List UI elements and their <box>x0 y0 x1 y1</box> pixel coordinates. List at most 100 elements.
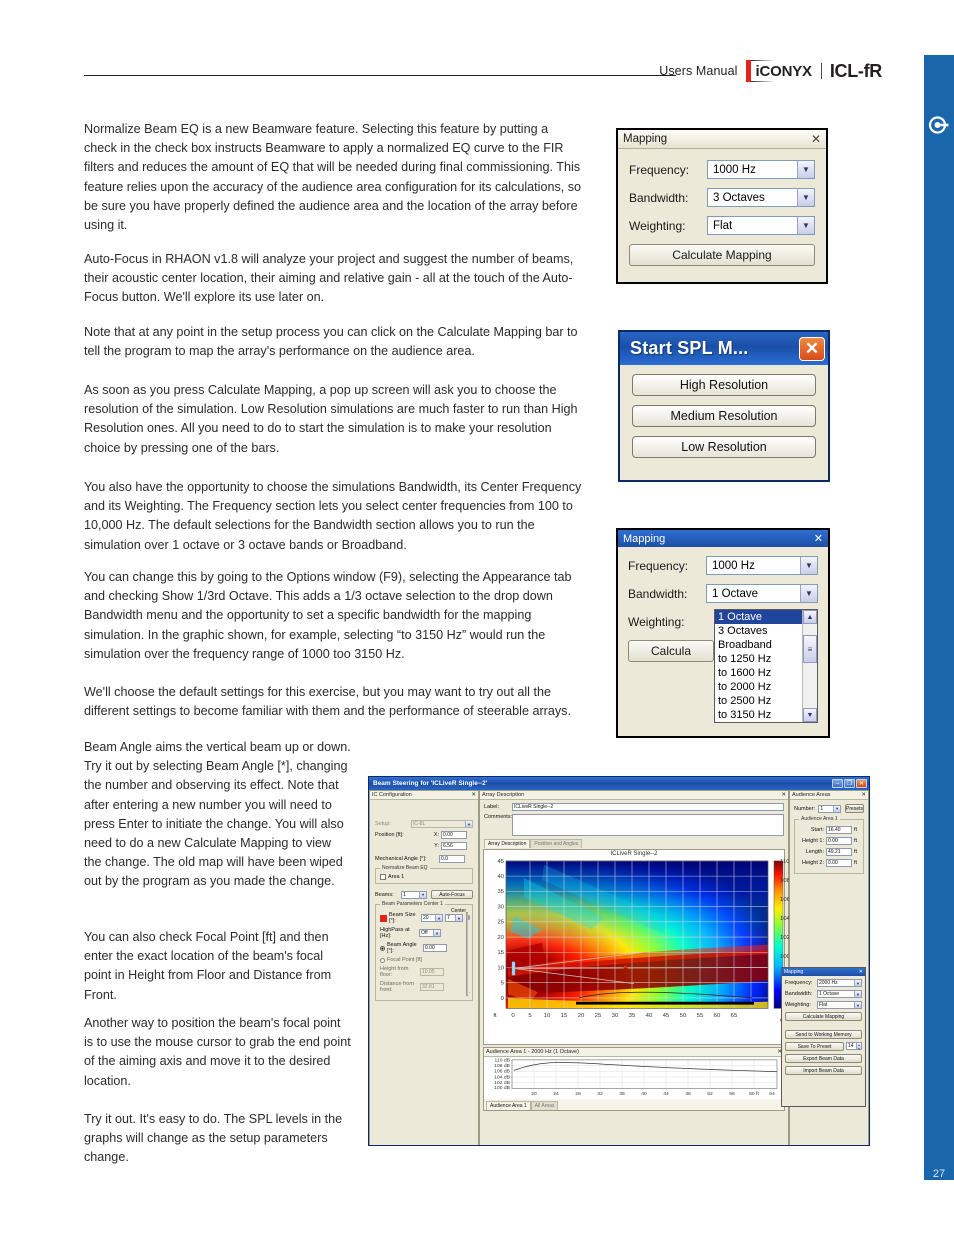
height2-unit: ft <box>854 860 858 866</box>
setup-label: Setup: <box>375 821 391 827</box>
height-from-floor-input[interactable]: 10.05 <box>420 968 444 976</box>
chevron-down-icon[interactable]: ▼ <box>800 585 817 602</box>
focal-point-label: Focal Point [ft] <box>387 957 423 963</box>
chevron-down-icon[interactable]: ▼ <box>797 189 814 206</box>
nested-weighting-select[interactable]: Flat ▼ <box>817 1001 862 1009</box>
height2-input[interactable]: 0.00 <box>826 859 852 867</box>
presets-button[interactable]: Presets <box>845 804 864 813</box>
chevron-down-icon[interactable]: ▼ <box>800 557 817 574</box>
scroll-down-icon[interactable]: ▼ <box>803 708 817 722</box>
position-y-input[interactable]: 6.56 <box>441 842 467 850</box>
area1-checkbox[interactable] <box>380 874 386 880</box>
bandwidth-select[interactable]: 1 Octave ▼ <box>706 584 818 603</box>
bandwidth-dropdown-list[interactable]: 1 Octave 3 Octaves Broadband to 1250 Hz … <box>714 609 818 723</box>
svg-text:40: 40 <box>641 1091 647 1097</box>
nested-bandwidth-select[interactable]: 1 Octave ▼ <box>817 990 862 998</box>
chevron-down-icon[interactable]: ▼ <box>433 930 440 936</box>
scroll-up-icon[interactable]: ▲ <box>803 610 817 624</box>
calculate-mapping-button[interactable]: Calculate Mapping <box>629 244 815 266</box>
tab-position-and-angles[interactable]: Position and Angles <box>530 839 583 848</box>
focal-point-radio[interactable] <box>380 957 385 963</box>
nested-bandwidth-value: 1 Octave <box>819 991 840 997</box>
tab-all-areas[interactable]: All Areas <box>530 1101 559 1110</box>
bandwidth-label: Bandwidth: <box>629 190 689 205</box>
highpass-select[interactable]: Off ▼ <box>419 929 441 937</box>
bandwidth-select[interactable]: 3 Octaves ▼ <box>707 188 815 207</box>
close-icon[interactable]: ✕ <box>799 336 825 361</box>
beam-angle-input[interactable]: 0.00 <box>423 944 447 952</box>
close-icon[interactable]: ✕ <box>781 792 786 798</box>
high-resolution-button[interactable]: High Resolution <box>632 374 816 396</box>
length-input[interactable]: 49.21 <box>826 848 852 856</box>
chevron-down-icon[interactable]: ▼ <box>465 821 472 827</box>
chevron-down-icon[interactable]: ▼ <box>854 991 861 997</box>
number-select[interactable]: 1 ▼ <box>818 804 842 813</box>
nested-mapping-dialog: Mapping ✕ Frequency: 2000 Hz ▼ Bandwidth… <box>781 967 866 1107</box>
ic-configuration-title: IC Configuration <box>372 792 412 798</box>
frequency-row: Frequency: 1000 Hz ▼ <box>628 556 818 575</box>
height-from-floor-label: Height from floor: <box>380 966 409 978</box>
height1-input[interactable]: 0.00 <box>826 837 852 845</box>
preset-number-stepper[interactable]: 14 ▲ ▼ <box>846 1042 862 1051</box>
chevron-down-icon[interactable]: ▼ <box>833 805 841 812</box>
medium-resolution-button[interactable]: Medium Resolution <box>632 405 816 427</box>
chevron-down-icon[interactable]: ▼ <box>854 980 861 986</box>
slider-thumb[interactable] <box>468 915 470 920</box>
close-icon[interactable]: ✕ <box>471 792 476 798</box>
minimize-icon[interactable]: – <box>832 779 843 788</box>
beams-select[interactable]: 1 ▼ <box>401 890 427 899</box>
frequency-select[interactable]: 1000 Hz ▼ <box>706 556 818 575</box>
close-icon[interactable]: ✕ <box>811 132 821 146</box>
heatmap-title: ICLiveR Single--2 <box>610 851 658 857</box>
chevron-down-icon[interactable]: ▼ <box>435 915 442 921</box>
import-beam-data-button[interactable]: Import Beam Data <box>785 1066 862 1075</box>
setup-select[interactable]: IC-8L ▼ <box>411 820 473 828</box>
beam-angle-radio[interactable] <box>380 945 385 951</box>
send-to-working-memory-button[interactable]: Send to Working Memory <box>785 1030 862 1039</box>
nested-calculate-mapping-button[interactable]: Calculate Mapping <box>785 1012 862 1021</box>
save-to-preset-button[interactable]: Save To Preset <box>785 1042 844 1051</box>
beam-color-swatch[interactable] <box>380 914 387 922</box>
scrollbar-thumb[interactable]: ≡ <box>803 635 817 663</box>
product-name-label: ICL-fR <box>829 60 882 81</box>
calculate-mapping-button[interactable]: Calcula <box>628 640 714 662</box>
comments-label: Comments: <box>484 814 513 820</box>
maximize-icon[interactable]: ❐ <box>844 779 855 788</box>
distance-from-front-input[interactable]: 32.81 <box>420 983 444 991</box>
tab-audience-area-1[interactable]: Audience Area 1 <box>486 1101 531 1110</box>
chevron-down-icon[interactable]: ▼ <box>419 891 426 898</box>
beam-angle-row: Beam Angle [°]: 0.00 <box>380 942 463 954</box>
close-icon[interactable]: ✕ <box>856 779 867 788</box>
close-icon[interactable]: ✕ <box>859 969 863 975</box>
label-input[interactable]: ICLiveR Single--2 <box>512 803 784 811</box>
logo-text: iCONYX <box>750 60 822 82</box>
beam-center-slider[interactable]: - <box>466 912 470 996</box>
svg-text:25: 25 <box>595 1013 602 1019</box>
beam-size-select[interactable]: 20 ▼ <box>421 914 443 922</box>
low-resolution-button[interactable]: Low Resolution <box>632 436 816 458</box>
position-x-input[interactable]: 0.00 <box>441 831 467 839</box>
weighting-value: Flat <box>713 219 733 232</box>
comments-input[interactable] <box>512 814 784 836</box>
chevron-down-icon[interactable]: ▼ <box>797 217 814 234</box>
svg-text:24: 24 <box>553 1091 559 1097</box>
chevron-down-icon[interactable]: ▼ <box>854 1002 861 1008</box>
chevron-down-icon[interactable]: ▼ <box>455 915 462 921</box>
beam-center-select[interactable]: 7 ▼ <box>445 914 463 922</box>
length-unit: ft <box>854 849 858 855</box>
auto-focus-button[interactable]: Auto-Focus <box>431 890 473 899</box>
frequency-select[interactable]: 1000 Hz ▼ <box>707 160 815 179</box>
close-icon[interactable]: ✕ <box>814 532 823 545</box>
close-icon[interactable]: ✕ <box>861 792 866 798</box>
mechanical-angle-input[interactable]: 0.0 <box>439 855 465 863</box>
chevron-down-icon[interactable]: ▼ <box>797 161 814 178</box>
beams-value: 1 <box>403 891 406 898</box>
start-input[interactable]: 16.40 <box>826 826 852 834</box>
tab-array-description[interactable]: Array Description <box>484 839 531 848</box>
weighting-select[interactable]: Flat ▼ <box>707 216 815 235</box>
export-beam-data-button[interactable]: Export Beam Data <box>785 1054 862 1063</box>
bandwidth-row: Bandwidth: 3 Octaves ▼ <box>629 188 815 207</box>
stepper-arrows-icon[interactable]: ▲ ▼ <box>856 1043 861 1051</box>
nested-frequency-select[interactable]: 2000 Hz ▼ <box>817 979 862 987</box>
dropdown-scrollbar[interactable]: ▲ ≡ ▼ <box>802 610 817 722</box>
